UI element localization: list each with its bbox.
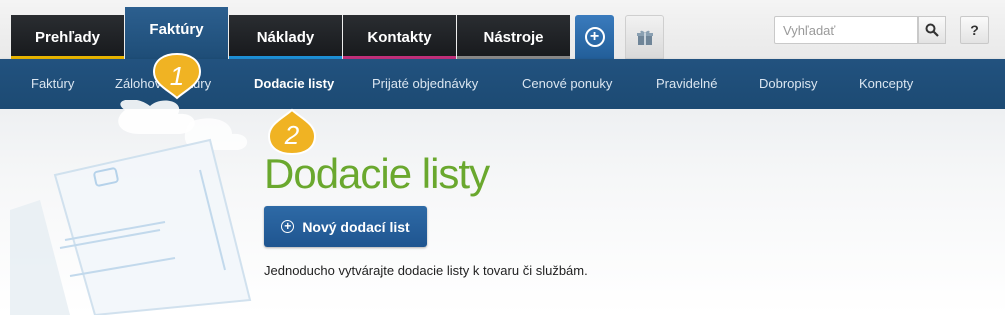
gift-icon bbox=[636, 30, 653, 45]
help-label: ? bbox=[970, 22, 979, 38]
add-new-button[interactable]: + bbox=[575, 15, 614, 59]
step-badge-1-number: 1 bbox=[170, 61, 184, 91]
subnav-item-cenove-ponuky[interactable]: Cenové ponuky bbox=[522, 59, 612, 109]
document-illustration bbox=[10, 100, 252, 315]
gift-button[interactable] bbox=[625, 15, 664, 59]
tab-label: Náklady bbox=[256, 28, 315, 46]
tab-label: Kontakty bbox=[367, 28, 432, 46]
tab-label: Prehľady bbox=[35, 28, 100, 46]
new-button-label: Nový dodací list bbox=[302, 218, 410, 235]
plus-circle-icon: + bbox=[584, 27, 605, 47]
subnav-item-prijate-objednavky[interactable]: Prijaté objednávky bbox=[372, 59, 478, 109]
tab-naklady[interactable]: Náklady bbox=[229, 15, 342, 59]
page-description: Jednoducho vytvárajte dodacie listy k to… bbox=[264, 263, 588, 278]
tab-label: Nástroje bbox=[483, 28, 544, 46]
tab-nastroje[interactable]: Nástroje bbox=[457, 15, 570, 59]
plus-circle-icon: + bbox=[281, 220, 295, 233]
tab-prehlady[interactable]: Prehľady bbox=[11, 15, 124, 59]
page-title: Dodacie listy bbox=[264, 150, 490, 197]
top-bar: Prehľady Faktúry Náklady Kontakty Nástro… bbox=[0, 0, 1005, 59]
magnifier-icon bbox=[925, 23, 939, 37]
search-button[interactable] bbox=[918, 16, 946, 44]
search-input[interactable] bbox=[774, 16, 918, 44]
help-button[interactable]: ? bbox=[960, 16, 989, 44]
step-badge-1: 1 bbox=[152, 52, 202, 100]
subnav-item-koncepty[interactable]: Koncepty bbox=[859, 59, 913, 109]
subnav-item-dobropisy[interactable]: Dobropisy bbox=[759, 59, 818, 109]
step-badge-2-number: 2 bbox=[284, 120, 300, 150]
subnav-item-pravidelne[interactable]: Pravidelné bbox=[656, 59, 717, 109]
tab-kontakty[interactable]: Kontakty bbox=[343, 15, 456, 59]
tab-label: Faktúry bbox=[149, 21, 204, 38]
step-badge-2: 2 bbox=[267, 108, 317, 156]
main-tabs: Prehľady Faktúry Náklady Kontakty Nástro… bbox=[11, 7, 571, 59]
new-delivery-note-button[interactable]: + Nový dodací list bbox=[264, 206, 427, 247]
